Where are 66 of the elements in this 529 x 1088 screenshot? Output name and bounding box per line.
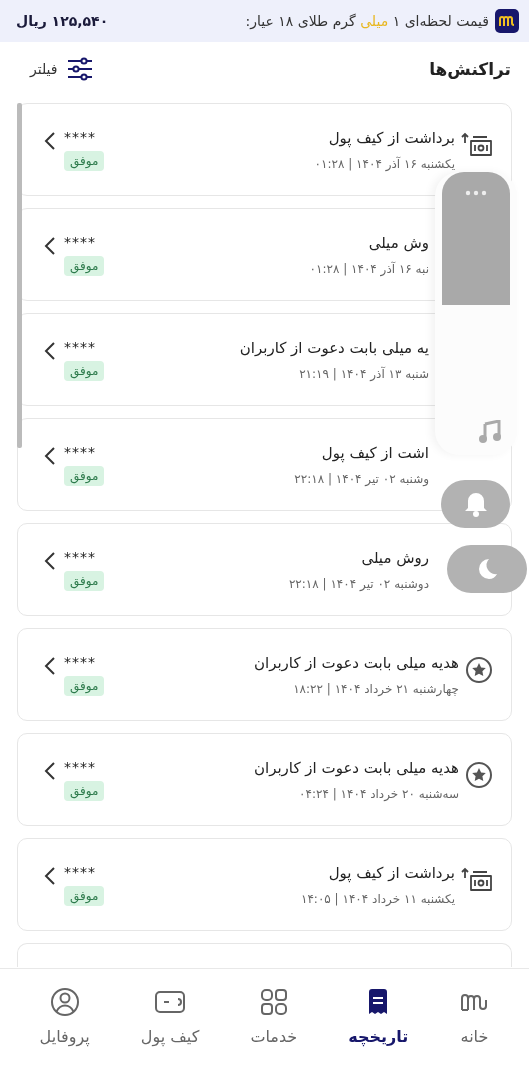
transaction-title: برداشت از کیف پول [328, 128, 455, 147]
nav-tab[interactable]: کیف پول [136, 987, 204, 1055]
filter-icon [65, 57, 94, 81]
transaction-title: روش میلی [361, 548, 429, 567]
chevron-left-icon [44, 235, 56, 256]
transaction-date: وشنبه ۰۲ تیر ۱۴۰۴ | ۲۲:۱۸ [294, 471, 429, 486]
transaction-card[interactable]: اشت از کیف پول وشنبه ۰۲ تیر ۱۴۰۴ | ۲۲:۱۸ **** موفق [17, 418, 512, 511]
price-value: ۱۲۵,۵۴۰ ریال [16, 13, 109, 29]
nav-tab[interactable]: تاریخچه [344, 987, 413, 1055]
status-badge: موفق [64, 780, 105, 801]
chevron-left-icon [44, 760, 56, 781]
transaction-date: نبه ۱۶ آذر ۱۴۰۴ | ۰۱:۲۸ [309, 261, 429, 276]
transaction-date: شنبه ۱۳ آذر ۱۴۰۴ | ۲۱:۱۹ [299, 366, 429, 381]
transaction-date: یکشنبه ۱۶ آذر ۱۴۰۴ | ۰۱:۲۸ [314, 156, 455, 171]
page-title: تراکنش‌ها [429, 59, 511, 79]
cash-withdraw-icon [461, 865, 493, 894]
price-label: قیمت لحظه‌ای ۱ میلی گرم طلای ۱۸ عیار: [245, 13, 489, 29]
status-badge: موفق [64, 885, 105, 906]
transaction-title: هدیه میلی بابت دعوت از کاربران [253, 653, 459, 672]
transaction-title: برداشت از کیف پول [328, 863, 455, 882]
more-icon[interactable] [465, 190, 487, 196]
masked-amount: **** [64, 548, 96, 565]
transaction-date: دوشنبه ۰۲ تیر ۱۴۰۴ | ۲۲:۱۸ [288, 576, 429, 591]
dark-mode-button[interactable] [447, 545, 527, 593]
status-badge: موفق [64, 255, 105, 276]
nav-tab[interactable]: خانه [455, 987, 494, 1055]
masked-amount: **** [64, 233, 96, 250]
nav-tab[interactable]: پروفایل [35, 987, 94, 1055]
transaction-date: یکشنبه ۱۱ خرداد ۱۴۰۴ | ۱۴:۰۵ [300, 891, 455, 906]
masked-amount: **** [64, 443, 96, 460]
music-note-icon[interactable] [479, 420, 501, 444]
transaction-title: یه میلی بابت دعوت از کاربران [239, 338, 429, 357]
transaction-card[interactable]: هدیه میلی بابت دعوت از کاربران چهارشنبه ۲۱ خرداد ۱۴۰۴ | ۱۸:۲۲ **** موفق [17, 628, 512, 721]
chevron-left-icon [44, 550, 56, 571]
chevron-left-icon [44, 340, 56, 361]
masked-amount: **** [64, 653, 96, 670]
transaction-date: سه‌شنبه ۲۰ خرداد ۱۴۰۴ | ۰۴:۲۴ [299, 786, 459, 801]
masked-amount: **** [64, 758, 96, 775]
chevron-left-icon [44, 865, 56, 886]
transaction-card[interactable]: هدیه میلی بابت دعوت از کاربران سه‌شنبه ۲۰ خرداد ۱۴۰۴ | ۰۴:۲۴ **** موفق [17, 733, 512, 826]
transaction-title: هدیه میلی بابت دعوت از کاربران [253, 758, 459, 777]
transaction-title: اشت از کیف پول [321, 443, 429, 462]
masked-amount: **** [64, 128, 96, 145]
transaction-date: چهارشنبه ۲۱ خرداد ۱۴۰۴ | ۱۸:۲۲ [293, 681, 459, 696]
filter-button[interactable]: فیلتر [30, 57, 94, 81]
notification-button[interactable] [441, 480, 510, 528]
nav-tab[interactable]: خدمات [246, 987, 302, 1055]
transaction-card[interactable]: روش میلی دوشنبه ۰۲ تیر ۱۴۰۴ | ۲۲:۱۸ **** موفق [17, 523, 512, 616]
transaction-title: وش میلی [368, 233, 429, 252]
cash-withdraw-icon [461, 130, 493, 159]
chevron-left-icon [44, 130, 56, 151]
bell-icon [463, 491, 488, 517]
app-logo [495, 9, 519, 33]
status-badge: موفق [64, 360, 105, 381]
wallet-icon [154, 989, 187, 1015]
masked-amount: **** [64, 338, 96, 355]
transaction-card[interactable]: برداشت از کیف پول یکشنبه ۱۱ خرداد ۱۴۰۴ | ۱۴:۰۵ **** موفق [17, 838, 512, 931]
profile-icon [49, 987, 80, 1017]
status-badge: موفق [64, 675, 105, 696]
chevron-left-icon [44, 445, 56, 466]
masked-amount: **** [64, 863, 96, 880]
status-badge: موفق [64, 150, 105, 171]
status-badge: موفق [64, 465, 105, 486]
status-badge: موفق [64, 570, 105, 591]
chevron-left-icon [44, 655, 56, 676]
grid-icon [259, 988, 288, 1016]
